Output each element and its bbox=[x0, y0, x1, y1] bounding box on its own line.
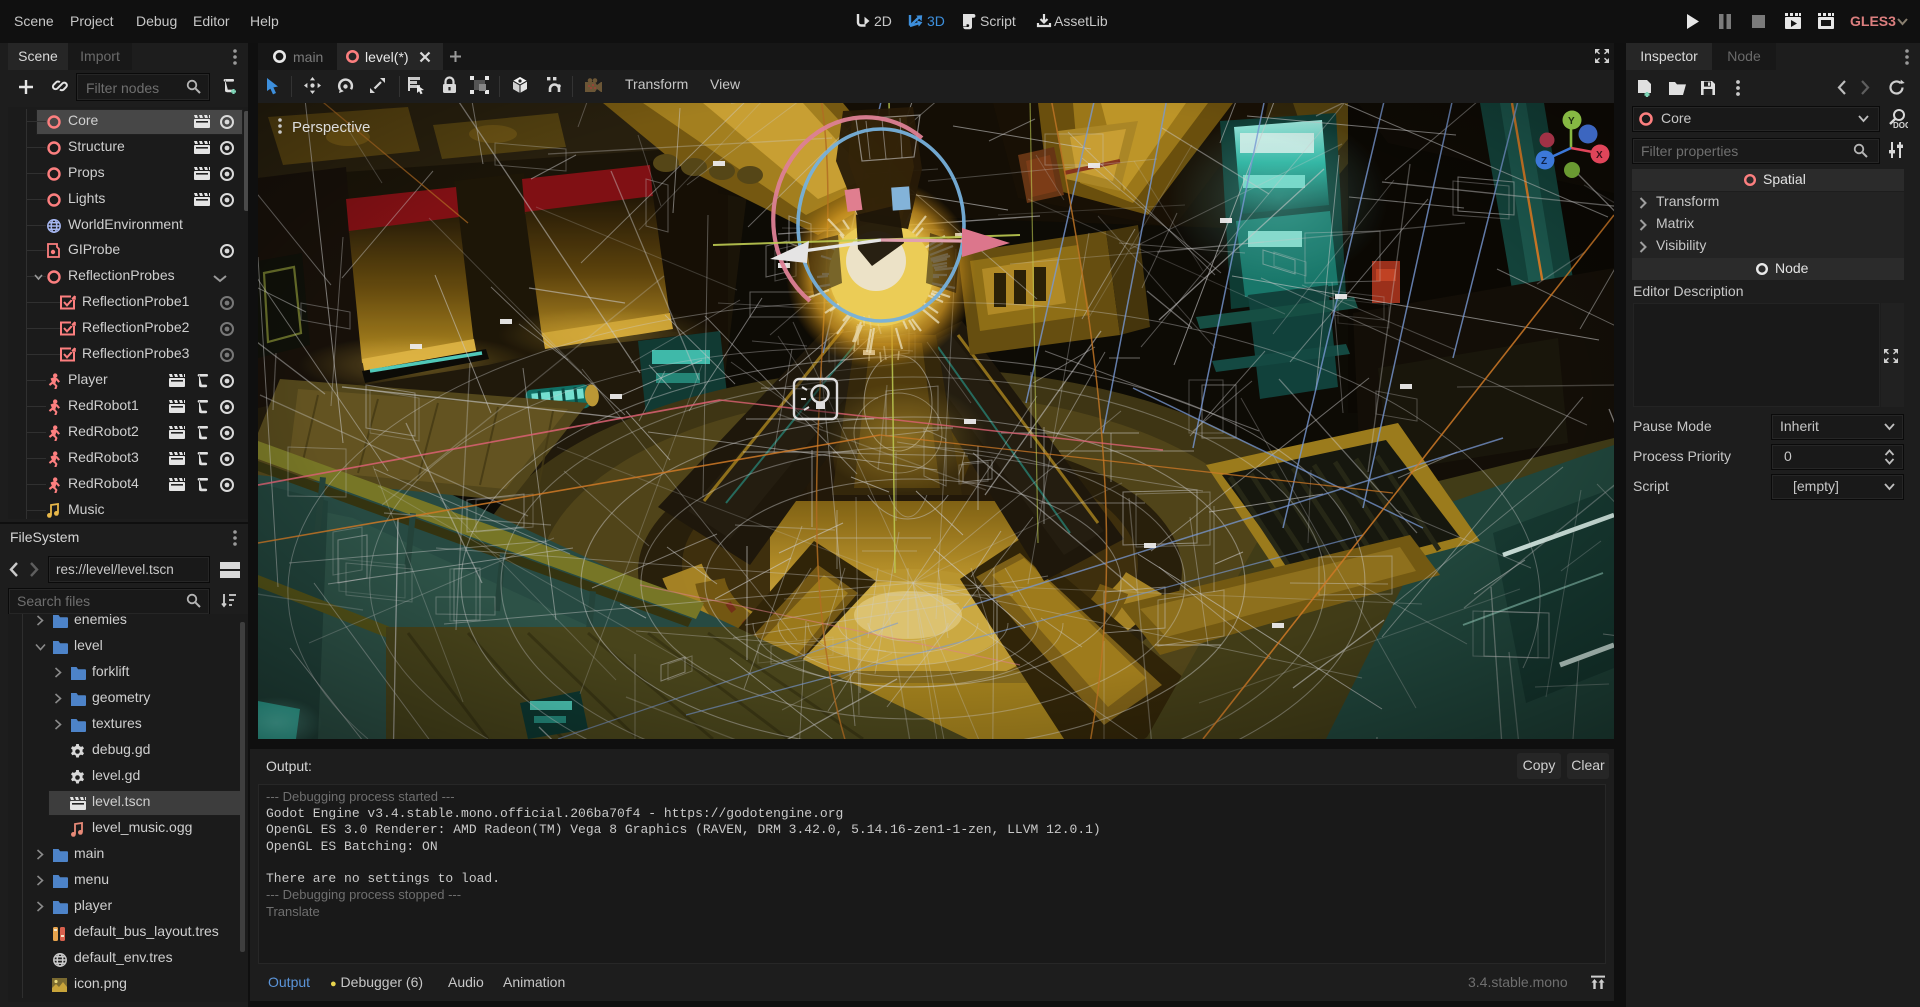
svg-text:DOC: DOC bbox=[1893, 121, 1908, 130]
svg-text:Y: Y bbox=[1568, 116, 1575, 127]
svg-text:Perspective: Perspective bbox=[292, 119, 370, 136]
svg-text:Z: Z bbox=[1541, 156, 1547, 167]
svg-text:X: X bbox=[1596, 150, 1603, 161]
